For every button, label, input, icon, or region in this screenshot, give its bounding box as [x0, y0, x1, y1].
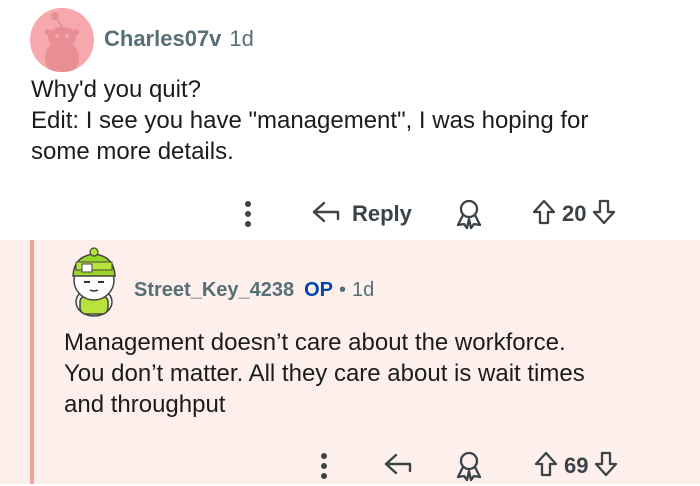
avatar[interactable] — [30, 8, 94, 72]
comment-line: Edit: I see you have "management", I was… — [31, 107, 589, 134]
avatar[interactable] — [64, 246, 124, 317]
separator-dot: • — [339, 279, 347, 301]
vote-count: 69 — [564, 453, 589, 478]
reply-card: Street_Key_4238 OP • 1d Management doesn… — [0, 240, 700, 484]
downvote-icon[interactable] — [592, 199, 616, 230]
comment-body: Why'd you quit? Edit: I see you have "ma… — [31, 74, 671, 167]
reply-header: Street_Key_4238 OP • 1d — [134, 279, 374, 302]
username[interactable]: Charles07v — [104, 26, 221, 52]
thread-line[interactable] — [30, 240, 34, 484]
reply-line: Management doesn’t care about the workfo… — [64, 329, 566, 356]
more-options-icon[interactable] — [314, 446, 334, 486]
award-icon[interactable] — [452, 448, 486, 484]
reply-line: and throughput — [64, 391, 226, 418]
reply-button[interactable] — [384, 446, 414, 486]
vote-controls: 69 — [534, 446, 618, 486]
more-options-icon[interactable] — [238, 194, 258, 234]
reply-body: Management doesn’t care about the workfo… — [64, 327, 684, 420]
vote-controls: 20 — [532, 194, 616, 234]
comment-line: some more details. — [31, 138, 234, 165]
reply-label: Reply — [352, 201, 412, 226]
comment-line: Why'd you quit? — [31, 76, 202, 103]
vote-count: 20 — [562, 201, 587, 226]
comment-card: Charles07v 1d Why'd you quit? Edit: I se… — [0, 0, 700, 240]
timestamp: 1d — [229, 26, 254, 51]
downvote-icon[interactable] — [594, 451, 618, 482]
award-icon[interactable] — [452, 196, 486, 232]
timestamp: 1d — [352, 279, 375, 301]
upvote-icon[interactable] — [532, 199, 556, 230]
op-badge: OP — [304, 279, 334, 301]
reply-arrow-icon — [312, 201, 342, 228]
upvote-icon[interactable] — [534, 451, 558, 482]
comment-header: Charles07v 1d — [104, 26, 254, 52]
reply-arrow-icon — [384, 453, 414, 480]
username[interactable]: Street_Key_4238 — [134, 279, 294, 302]
reply-line: You don’t matter. All they care about is… — [64, 360, 585, 387]
reply-button[interactable]: Reply — [312, 194, 412, 234]
